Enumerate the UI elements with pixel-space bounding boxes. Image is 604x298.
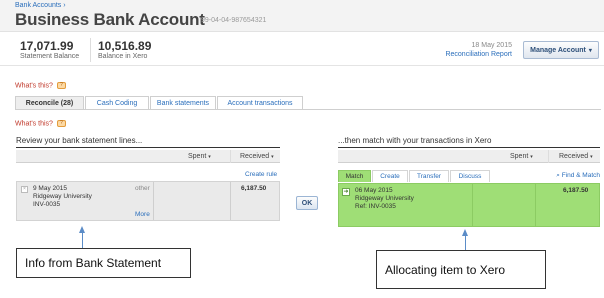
find-and-match-label: Find & Match [561, 172, 600, 179]
tab-bank-statements[interactable]: Bank statements [150, 96, 216, 110]
col-received-right[interactable]: Received ▾ [559, 153, 593, 160]
statement-line-reference: INV-0035 [33, 201, 61, 208]
col-spent-label: Spent [188, 153, 207, 160]
col-received-label: Received [559, 153, 589, 160]
help-bubble-icon: ? [56, 82, 66, 89]
statement-line-payee: Ridgeway University [33, 193, 92, 200]
close-icon[interactable]: × [21, 186, 28, 193]
whats-this-label-2: What's this? [15, 120, 53, 128]
col-received-left[interactable]: Received ▾ [240, 153, 274, 160]
statement-line-date: 9 May 2015 [33, 185, 67, 192]
col-divider [548, 150, 549, 163]
col-spent-right[interactable]: Spent ▾ [510, 153, 533, 160]
xero-match-line[interactable]: ➜ 06 May 2015 Ridgeway University Ref: I… [338, 183, 600, 227]
sort-arrow-icon: ▾ [530, 154, 533, 160]
find-and-match-link[interactable]: ⌕ Find & Match [556, 172, 600, 180]
whats-this-link-2[interactable]: What's this? ? [15, 120, 66, 127]
col-spent-label: Spent [510, 153, 529, 160]
whats-this-label: What's this? [15, 82, 53, 90]
tab-account-transactions[interactable]: Account transactions [217, 96, 303, 110]
sort-arrow-icon: ▾ [208, 154, 211, 160]
xero-line-reference: Ref: INV-0035 [355, 203, 396, 210]
col-divider [230, 150, 231, 163]
heading-rule [338, 147, 600, 148]
page-title: Business Bank Account [15, 10, 205, 29]
heading-rule [16, 147, 280, 148]
divider [90, 38, 91, 62]
xero-match-heading: ...then match with your transactions in … [338, 136, 492, 145]
subtab-transfer[interactable]: Transfer [409, 170, 449, 182]
col-divider [472, 184, 473, 226]
manage-account-label: Manage Account [530, 46, 586, 54]
xero-balance-value: 10,516.89 [98, 39, 152, 53]
reconciliation-report-link[interactable]: Reconciliation Report [445, 51, 512, 58]
sort-arrow-icon: ▾ [590, 154, 593, 160]
xero-balance-label: Balance in Xero [98, 53, 148, 60]
ok-button[interactable]: OK [296, 196, 318, 210]
col-spent-left[interactable]: Spent ▾ [188, 153, 211, 160]
statement-balance-value: 17,071.99 [20, 39, 74, 53]
sort-arrow-icon: ▾ [271, 154, 274, 160]
statement-lines-heading: Review your bank statement lines... [16, 136, 143, 145]
xero-balance: 10,516.89 Balance in Xero [98, 39, 151, 60]
col-divider [153, 182, 154, 220]
statement-line: × 9 May 2015 Ridgeway University INV-003… [16, 181, 280, 221]
search-icon: ⌕ [556, 172, 560, 179]
statement-line-details: 9 May 2015 Ridgeway University INV-0035 [33, 185, 92, 209]
account-number: 99-04-04-987654321 [201, 17, 267, 24]
help-bubble-icon: ? [56, 120, 66, 127]
xero-line-payee: Ridgeway University [355, 195, 414, 202]
statement-line-type: other [135, 185, 150, 192]
tab-underline [15, 109, 601, 110]
col-received-label: Received [240, 153, 270, 160]
statement-line-received: 6,187.50 [241, 185, 267, 192]
annotation-arrow-right [465, 235, 466, 251]
subtab-discuss[interactable]: Discuss [450, 170, 490, 182]
create-rule-link[interactable]: Create rule [245, 171, 277, 178]
breadcrumb[interactable]: Bank Accounts › [15, 2, 66, 9]
xero-line-details: 06 May 2015 Ridgeway University Ref: INV… [355, 187, 414, 211]
subtab-create[interactable]: Create [372, 170, 408, 182]
arrow-right-icon[interactable]: ➜ [342, 188, 350, 196]
col-divider [535, 184, 536, 226]
statement-date: 18 May 2015 [471, 42, 512, 49]
chevron-down-icon: ▾ [588, 47, 592, 54]
arrow-up-icon [79, 226, 85, 233]
tab-cash-coding[interactable]: Cash Coding [85, 96, 149, 110]
annotation-callout-right: Allocating item to Xero [376, 250, 546, 289]
annotation-callout-left: Info from Bank Statement [16, 248, 191, 278]
xero-subtabs: Match Create Transfer Discuss ⌕ Find & M… [338, 170, 600, 183]
more-link[interactable]: More [135, 211, 150, 218]
statement-balance-label: Statement Balance [20, 53, 80, 60]
statement-balance: 17,071.99 Statement Balance [20, 39, 79, 60]
tab-reconcile[interactable]: Reconcile (28) [15, 96, 84, 110]
subtab-match[interactable]: Match [338, 170, 371, 182]
manage-account-button[interactable]: Manage Account ▾ [523, 41, 599, 59]
xero-line-date: 06 May 2015 [355, 187, 393, 194]
col-divider [230, 182, 231, 220]
arrow-up-icon [462, 229, 468, 236]
whats-this-link[interactable]: What's this? ? [15, 82, 66, 89]
xero-line-received: 6,187.50 [563, 187, 589, 194]
